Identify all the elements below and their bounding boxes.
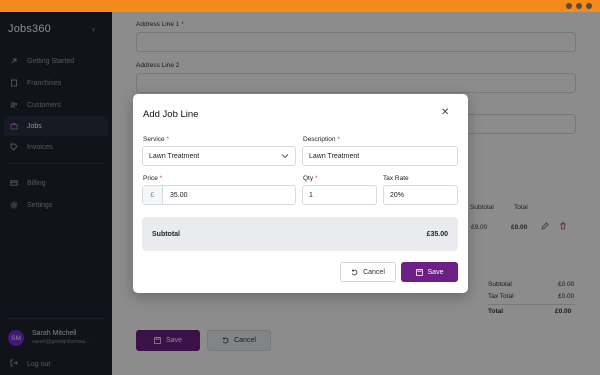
modal-save-button[interactable]: Save xyxy=(401,262,458,282)
modal-title: Add Job Line xyxy=(143,109,199,120)
subtotal-label: Subtotal xyxy=(152,231,180,238)
modal-cancel-label: Cancel xyxy=(363,268,385,276)
currency-prefix: £ xyxy=(143,186,163,204)
price-label: Price * xyxy=(143,175,163,182)
description-value: Lawn Treatment xyxy=(309,152,360,160)
undo-icon xyxy=(351,269,358,275)
modal-save-label: Save xyxy=(427,268,444,276)
window-title-bar xyxy=(0,0,600,12)
qty-label: Qty * xyxy=(303,175,318,182)
tax-rate-value: 20% xyxy=(390,191,405,199)
description-input[interactable]: Lawn Treatment xyxy=(302,146,458,166)
service-value: Lawn Treatment xyxy=(149,152,200,160)
window-control-dot[interactable] xyxy=(566,3,572,9)
subtotal-panel: Subtotal £35.00 xyxy=(142,217,458,251)
tax-rate-label: Tax Rate xyxy=(383,175,409,182)
window-control-dot[interactable] xyxy=(576,3,582,9)
modal-cancel-button[interactable]: Cancel xyxy=(340,262,396,282)
price-value: 35.00 xyxy=(170,191,188,199)
close-icon[interactable]: ✕ xyxy=(441,107,449,118)
tax-rate-input[interactable]: 20% xyxy=(383,185,458,205)
add-job-line-modal: Add Job Line ✕ Service * Lawn Treatment … xyxy=(133,94,468,293)
save-icon xyxy=(415,268,423,276)
service-select[interactable]: Lawn Treatment xyxy=(142,146,296,166)
chevron-down-icon xyxy=(281,153,289,161)
window-control-dot[interactable] xyxy=(586,3,592,9)
service-label: Service * xyxy=(143,136,170,143)
qty-input[interactable]: 1 xyxy=(302,185,377,205)
subtotal-value: £35.00 xyxy=(426,231,448,238)
description-label: Description * xyxy=(303,136,340,143)
price-input[interactable]: £ 35.00 xyxy=(142,185,296,205)
qty-value: 1 xyxy=(309,191,313,199)
